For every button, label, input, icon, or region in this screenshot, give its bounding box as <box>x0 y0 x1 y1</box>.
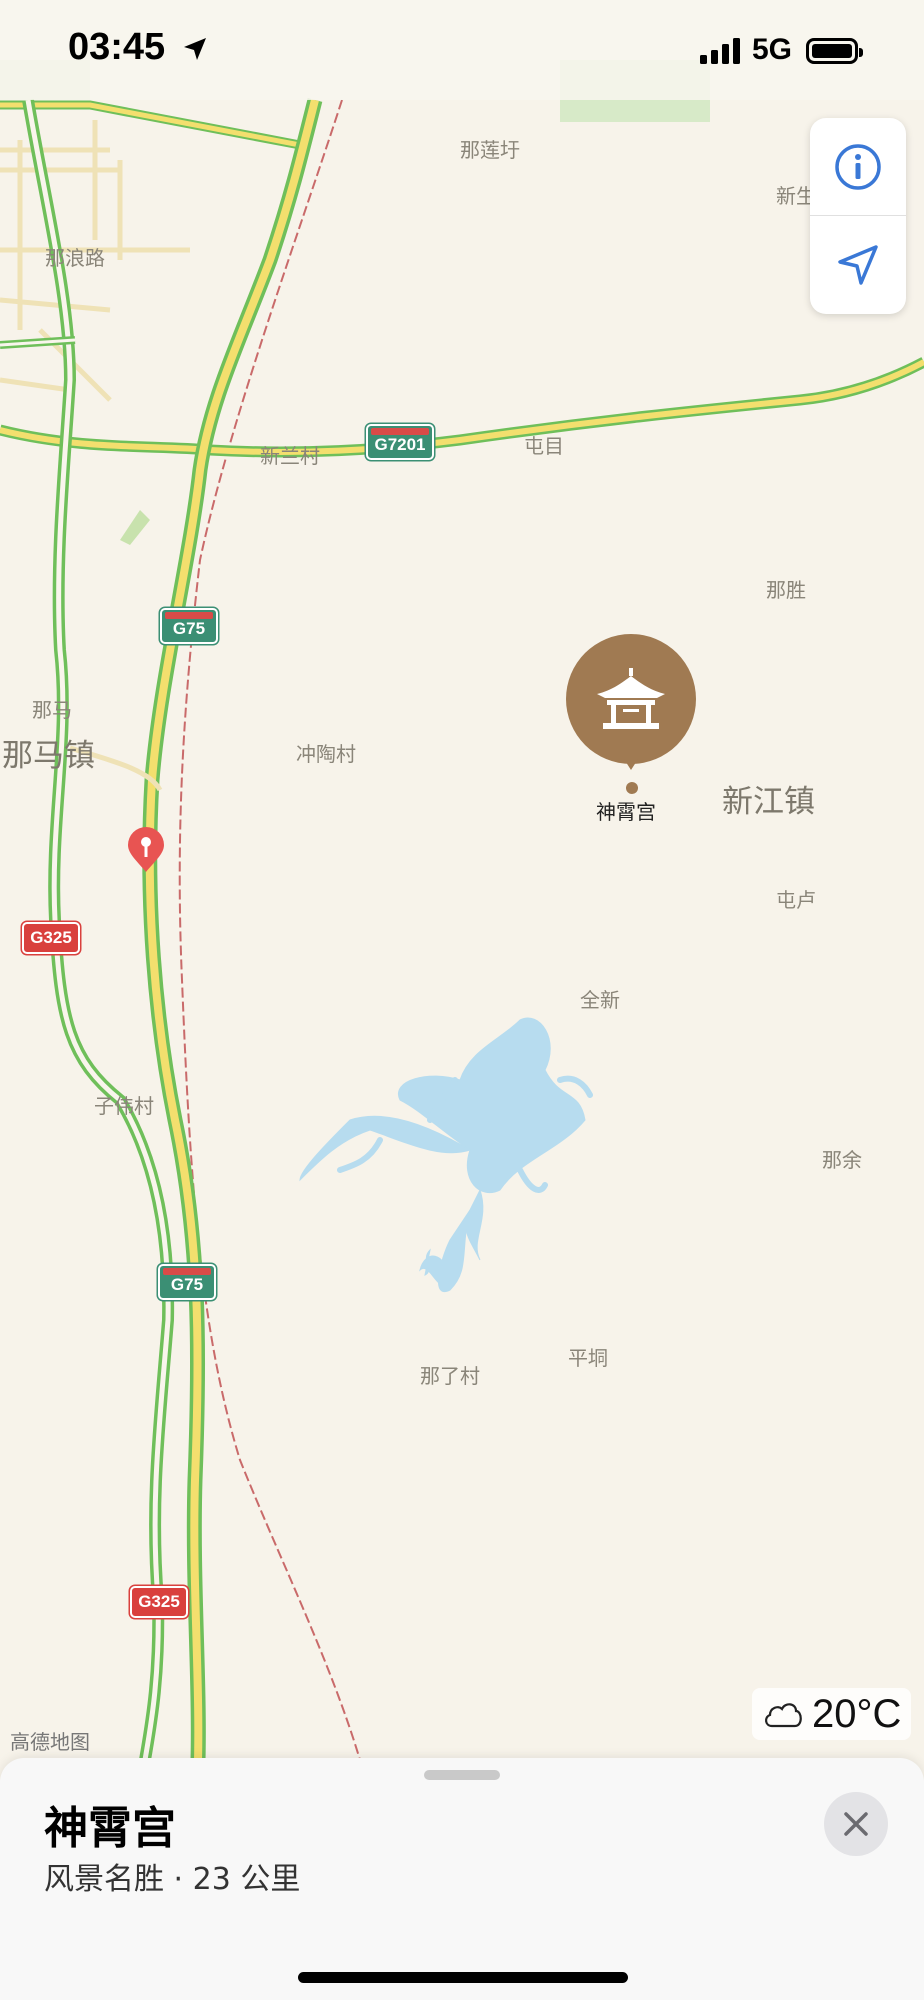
place-label-chongtaocun: 冲陶村 <box>296 742 356 766</box>
location-arrow-icon <box>184 38 206 60</box>
place-title: 神霄宫 <box>44 1803 176 1854</box>
poi-point <box>626 782 638 794</box>
weather-badge: 20°C <box>752 1688 912 1740</box>
road-shield-g325: G325 <box>22 922 80 954</box>
info-icon <box>835 143 881 190</box>
poi-marker[interactable] <box>566 634 696 764</box>
map-controls <box>810 118 906 314</box>
map-background <box>0 0 924 1761</box>
place-label-nayu: 那余 <box>822 1148 862 1172</box>
location-arrow-icon <box>838 244 878 285</box>
locate-me-button[interactable] <box>810 216 906 313</box>
map-canvas[interactable] <box>0 0 924 1761</box>
signal-icon <box>700 38 740 64</box>
poi-marker-tail <box>622 756 640 770</box>
place-label-nalianwei: 那莲圩 <box>460 138 520 162</box>
cloud-icon <box>765 1703 802 1728</box>
place-label-nasheng: 那胜 <box>766 578 806 602</box>
home-indicator[interactable] <box>298 1972 628 1983</box>
status-bar: 03:45 5G <box>0 0 924 100</box>
road-label-nalanglu: 那浪路 <box>45 246 105 270</box>
place-label-tunlu: 屯卢 <box>776 888 816 912</box>
place-label-tunmu: 屯目 <box>524 434 564 458</box>
poi-label[interactable]: 神霄宫 <box>596 796 656 825</box>
sheet-grabber[interactable] <box>424 1770 500 1780</box>
close-button[interactable] <box>824 1792 888 1856</box>
map-provider-logo: 高德地图 <box>10 1730 90 1754</box>
place-label-naliaocun: 那了村 <box>420 1364 480 1388</box>
location-pin-icon[interactable] <box>126 826 166 878</box>
info-button[interactable] <box>810 118 906 215</box>
place-sheet[interactable]: 神霄宫 风景名胜 · 23 公里 <box>0 1758 924 2000</box>
highway-shield-g75: G75 <box>158 1264 216 1300</box>
status-time: 03:45 <box>68 26 166 68</box>
pavilion-icon <box>597 668 665 729</box>
network-type: 5G <box>752 33 793 66</box>
highway-shield-g7201: G7201 <box>366 424 434 460</box>
place-label-xinlancun: 新兰村 <box>260 444 320 468</box>
place-label-pingdong: 平垌 <box>568 1346 608 1370</box>
town-label-xinjiangzhen: 新江镇 <box>722 784 815 820</box>
highway-shield-g75: G75 <box>160 608 218 644</box>
battery-icon <box>806 38 863 64</box>
temperature: 20°C <box>812 1691 902 1736</box>
place-subtitle: 风景名胜 · 23 公里 <box>44 1862 301 1897</box>
close-icon <box>844 1812 868 1836</box>
place-label-nama: 那马 <box>32 698 72 722</box>
place-label-ziweicun: 子伟村 <box>94 1094 154 1118</box>
place-label-quanxin: 全新 <box>580 988 620 1012</box>
road-shield-g325: G325 <box>130 1586 188 1618</box>
town-label-namazhen: 那马镇 <box>2 738 95 774</box>
